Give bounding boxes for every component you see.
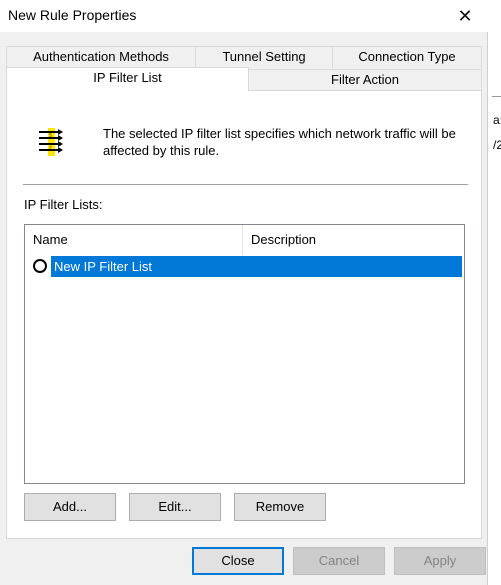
- add-button[interactable]: Add...: [24, 493, 116, 521]
- column-header-name[interactable]: Name: [25, 225, 243, 255]
- rule-properties-dialog: New Rule Properties ✕ Authentication Met…: [0, 0, 488, 585]
- svg-text:5: 5: [49, 133, 52, 139]
- column-header-description[interactable]: Description: [243, 225, 463, 255]
- radio-button[interactable]: [33, 259, 47, 273]
- tab-connection-type[interactable]: Connection Type: [332, 46, 482, 68]
- window-title: New Rule Properties: [8, 7, 137, 23]
- info-description: The selected IP filter list specifies wh…: [103, 126, 456, 158]
- ip-filter-list-view[interactable]: Name Description New IP Filter List: [24, 224, 465, 484]
- title-bar: New Rule Properties ✕: [0, 0, 488, 32]
- apply-button: Apply: [394, 547, 486, 575]
- tab-authentication-methods[interactable]: Authentication Methods: [6, 46, 196, 68]
- background-window-edge: [492, 96, 501, 97]
- ip-filter-lists-label: IP Filter Lists:: [24, 197, 103, 212]
- tab-tunnel-setting[interactable]: Tunnel Setting: [195, 46, 333, 68]
- tab-filter-action[interactable]: Filter Action: [248, 69, 482, 91]
- close-button[interactable]: Close: [192, 547, 284, 575]
- separator: [23, 184, 468, 186]
- remove-button[interactable]: Remove: [234, 493, 326, 521]
- cancel-button: Cancel: [293, 547, 385, 575]
- list-item-name[interactable]: New IP Filter List: [51, 256, 462, 277]
- background-text-fragment: a:: [493, 113, 501, 127]
- background-text-fragment: /2: [493, 138, 501, 152]
- tab-ip-filter-list[interactable]: IP Filter List: [6, 67, 249, 91]
- filter-list-icon: 5 r: [39, 128, 63, 156]
- svg-text:r: r: [49, 145, 52, 151]
- close-window-icon[interactable]: ✕: [442, 0, 488, 32]
- list-item[interactable]: New IP Filter List: [31, 256, 462, 277]
- edit-button[interactable]: Edit...: [129, 493, 221, 521]
